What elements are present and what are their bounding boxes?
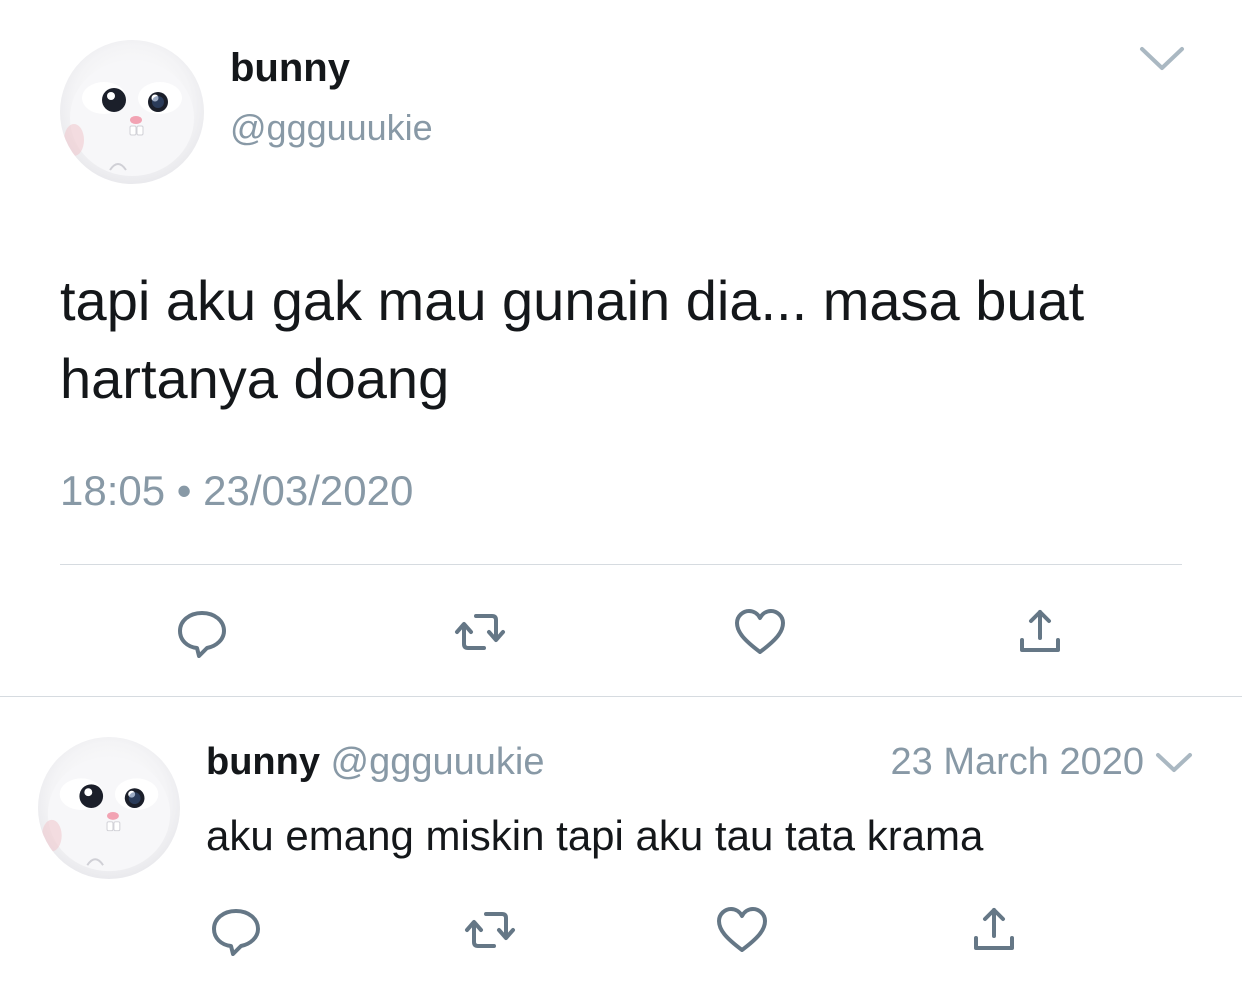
chevron-down-icon[interactable] <box>1154 750 1194 776</box>
like-button[interactable] <box>714 902 770 958</box>
heart-icon <box>717 907 767 952</box>
reply-button[interactable] <box>174 604 230 660</box>
user-handle[interactable]: @ggguuukie <box>230 106 433 150</box>
avatar[interactable] <box>60 40 204 184</box>
display-name[interactable]: bunny <box>230 44 350 92</box>
share-upload-icon <box>1020 610 1060 652</box>
share-button[interactable] <box>1012 604 1068 660</box>
retweet-arrows-icon <box>455 614 505 650</box>
retweet-arrows-icon <box>465 912 515 948</box>
retweet-button[interactable] <box>452 604 508 660</box>
share-button[interactable] <box>966 902 1022 958</box>
tweet-text: tapi aku gak mau gunain dia... masa buat… <box>60 269 1085 410</box>
like-button[interactable] <box>732 604 788 660</box>
chevron-down-icon[interactable] <box>1138 44 1186 74</box>
reply-bubble-icon <box>212 909 260 956</box>
bunny-avatar-image <box>41 756 171 872</box>
main-tweet: bunny @ggguuukie tapi aku gak mau gunain… <box>0 0 1242 696</box>
retweet-button[interactable] <box>462 902 518 958</box>
display-name[interactable]: bunny <box>206 741 320 783</box>
tweet-text: aku emang miskin tapi aku tau tata krama <box>206 812 984 859</box>
divider <box>60 564 1182 565</box>
reply-date[interactable]: 23 March 2020 <box>891 738 1145 786</box>
bunny-avatar-image <box>64 60 194 176</box>
avatar[interactable] <box>38 737 180 879</box>
reply-header: bunny @ggguuukie <box>206 738 545 786</box>
share-upload-icon <box>974 908 1014 950</box>
reply-button[interactable] <box>208 902 264 958</box>
tweet-timestamp[interactable]: 18:05 • 23/03/2020 <box>60 464 413 518</box>
heart-icon <box>735 609 785 654</box>
user-handle[interactable]: @ggguuukie <box>331 741 545 783</box>
reply-bubble-icon <box>178 611 226 658</box>
